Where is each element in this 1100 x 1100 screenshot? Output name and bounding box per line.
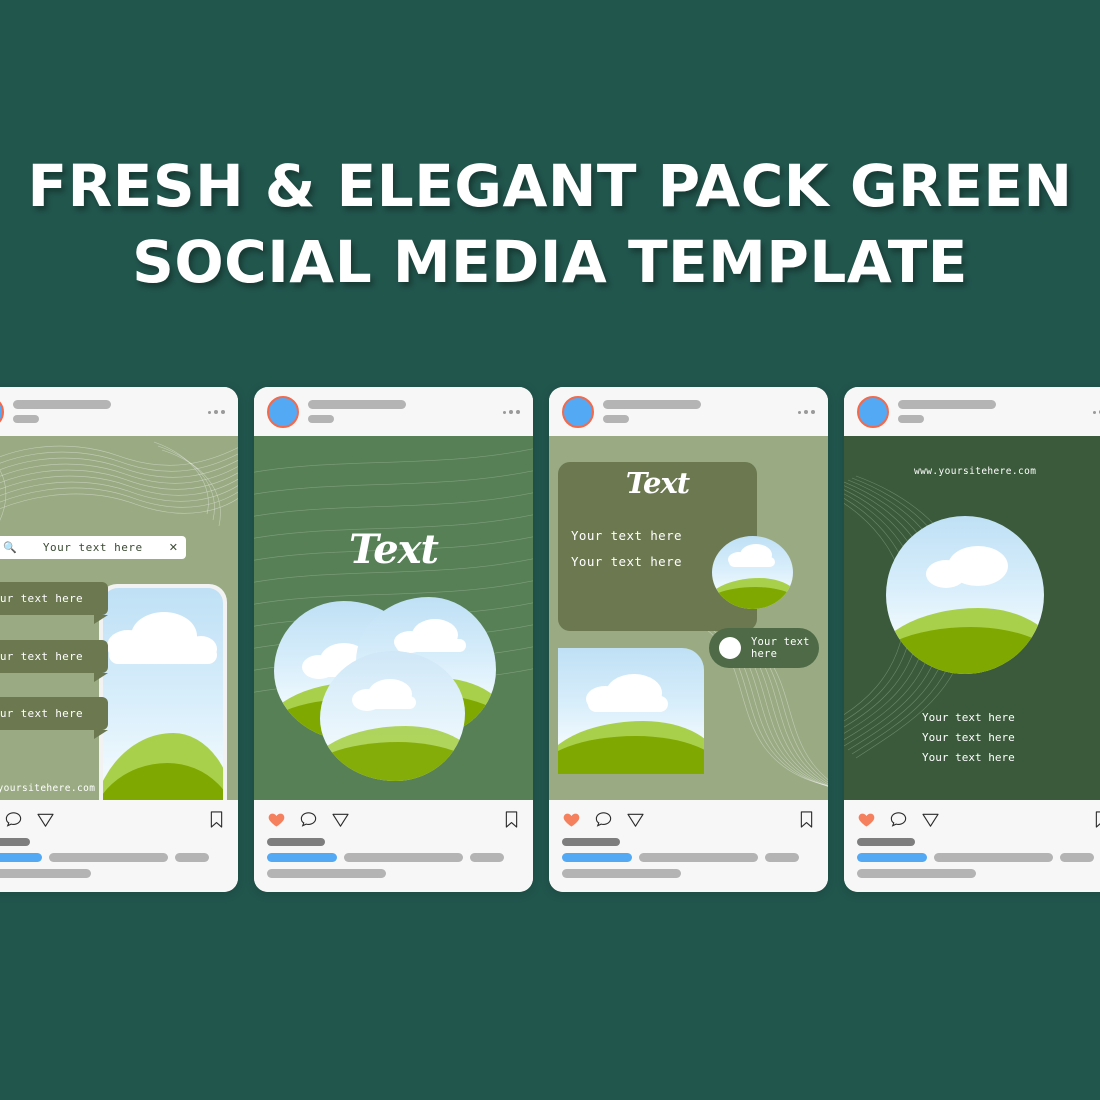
search-icon: 🔍 (3, 542, 17, 554)
post-actions-bar (549, 800, 828, 892)
post-image-3: Text www.yoursitehere.com (254, 436, 533, 800)
comment-icon[interactable] (4, 810, 23, 829)
bookmark-icon[interactable] (208, 810, 225, 829)
landscape-blob (320, 651, 465, 781)
template-card-strip: Text www.yoursitehere.com (0, 387, 1100, 892)
comment-icon[interactable] (299, 810, 318, 829)
phone-mockup (99, 584, 227, 800)
heart-icon[interactable] (267, 810, 286, 829)
heart-icon[interactable] (562, 810, 581, 829)
post-author-placeholder (13, 400, 208, 423)
more-options-icon[interactable] (503, 409, 520, 414)
close-icon[interactable]: ✕ (169, 541, 178, 554)
page-title-line-2: SOCIAL MEDIA TEMPLATE (132, 228, 968, 296)
social-post-card-4[interactable]: Text Your text here Your text here Your … (549, 387, 828, 892)
card-5-line-3: Your text here (922, 751, 1015, 764)
card-2-url: www.yoursitehere.com (0, 783, 96, 794)
card-4-line-2: Your text here (571, 554, 682, 569)
landscape-image (558, 648, 704, 774)
comment-icon[interactable] (594, 810, 613, 829)
page-title-line-1: FRESH & ELEGANT PACK GREEN (27, 152, 1073, 220)
card-4-script-text: Text (625, 466, 690, 500)
bookmark-icon[interactable] (798, 810, 815, 829)
search-input[interactable]: 🔍 Your text here ✕ (0, 536, 186, 559)
chat-bubble: Your text here (0, 697, 108, 739)
post-actions-bar (0, 800, 238, 892)
heart-icon[interactable] (857, 810, 876, 829)
social-post-card-3[interactable]: Text www.yoursitehere.com (254, 387, 533, 892)
search-input-value: Your text here (42, 541, 143, 554)
chat-bubble: Your text here (0, 582, 108, 624)
share-icon[interactable] (921, 810, 940, 829)
card-5-line-1: Your text here (922, 711, 1015, 724)
share-icon[interactable] (331, 810, 350, 829)
post-header (549, 387, 828, 436)
bookmark-icon[interactable] (1093, 810, 1100, 829)
avatar[interactable] (267, 395, 299, 428)
avatar[interactable] (857, 395, 889, 428)
post-author-placeholder (603, 400, 798, 423)
bookmark-icon[interactable] (503, 810, 520, 829)
post-header (844, 387, 1100, 436)
tag-pill-label: Your text here (751, 636, 810, 660)
post-actions-bar (844, 800, 1100, 892)
post-author-placeholder (308, 400, 503, 423)
post-header (254, 387, 533, 436)
card-5-url: www.yoursitehere.com (914, 466, 1037, 477)
share-icon[interactable] (36, 810, 55, 829)
card-5-text-lines: Your text here Your text here Your text … (922, 711, 1015, 771)
post-image-2: 🔍 Your text here ✕ Your text here Your t… (0, 436, 238, 800)
post-image-5: www.yoursitehere.com Your text here Your… (844, 436, 1100, 800)
post-image-4: Text Your text here Your text here Your … (549, 436, 828, 800)
circle-landscape-image (886, 516, 1044, 674)
more-options-icon[interactable] (1093, 409, 1100, 414)
chat-bubble-label: Your text here (0, 707, 83, 720)
social-post-card-5[interactable]: www.yoursitehere.com Your text here Your… (844, 387, 1100, 892)
card-4-line-1: Your text here (571, 528, 682, 543)
card-5-line-2: Your text here (922, 731, 1015, 744)
comment-icon[interactable] (889, 810, 908, 829)
share-icon[interactable] (626, 810, 645, 829)
chat-bubble-label: Your text here (0, 592, 83, 605)
chat-bubble-label: Your text here (0, 650, 83, 663)
social-post-card-2[interactable]: 🔍 Your text here ✕ Your text here Your t… (0, 387, 238, 892)
post-actions-bar (254, 800, 533, 892)
post-header (0, 387, 238, 436)
card-3-script-text: Text (349, 526, 439, 573)
post-author-placeholder (898, 400, 1093, 423)
avatar[interactable] (562, 395, 594, 428)
more-options-icon[interactable] (798, 409, 815, 414)
circle-landscape-image (712, 536, 793, 609)
tag-pill[interactable]: Your text here (709, 628, 819, 668)
pill-dot-icon (719, 637, 741, 659)
chat-bubble: Your text here (0, 640, 108, 682)
more-options-icon[interactable] (208, 409, 225, 414)
page-title: FRESH & ELEGANT PACK GREEN SOCIAL MEDIA … (0, 148, 1100, 300)
avatar[interactable] (0, 395, 4, 428)
